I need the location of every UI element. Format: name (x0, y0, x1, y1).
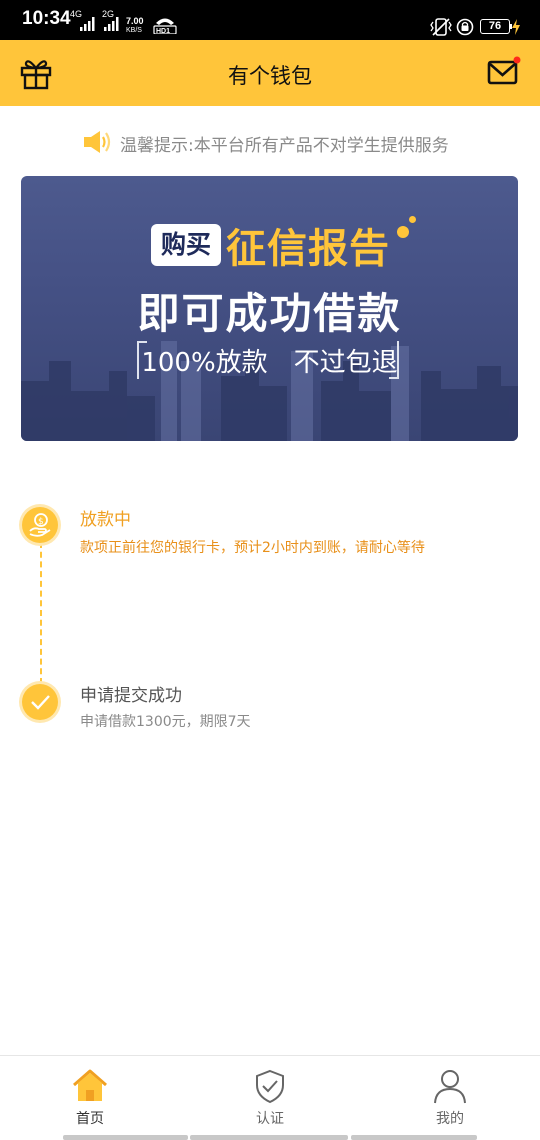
battery-indicator: 76 (480, 19, 510, 34)
gesture-bar (63, 1135, 188, 1140)
app-header: 有个钱包 (0, 40, 540, 106)
banner-main-text: 即可成功借款 (137, 289, 402, 338)
status-time: 10:34 (22, 8, 71, 29)
nav-item-mine[interactable]: 我的 (360, 1056, 540, 1136)
banner-dot (397, 226, 409, 238)
coin-hand-icon: $ (22, 507, 58, 543)
alarm-icon (456, 18, 474, 36)
status-bar: 10:34 4G 2G 7.00 KB/S HD1 76 (0, 0, 540, 40)
user-icon (434, 1070, 466, 1104)
bottom-nav: 首页 认证 我的 (0, 1055, 540, 1140)
unread-badge (513, 56, 521, 64)
home-icon (73, 1069, 107, 1101)
step-title: 申请提交成功 (80, 686, 182, 706)
notice-text: 温馨提示:本平台所有产品不对学生提供服务 (120, 136, 449, 156)
network-speed-unit: KB/S (126, 27, 142, 34)
nav-label: 认证 (256, 1111, 284, 1127)
nav-item-verify[interactable]: 认证 (180, 1056, 360, 1136)
banner-tag: 购买 (151, 224, 221, 266)
nav-label: 我的 (436, 1111, 464, 1127)
shield-check-icon (256, 1069, 284, 1104)
gesture-bar (351, 1135, 477, 1140)
signal-icon-2 (104, 17, 119, 31)
notice-bar: 温馨提示:本平台所有产品不对学生提供服务 (0, 127, 540, 157)
vibrate-icon (430, 18, 452, 36)
promo-banner[interactable]: 购买 征信报告 即可成功借款 100%放款 不过包退 (21, 176, 518, 441)
check-icon (22, 684, 58, 720)
mail-icon[interactable] (486, 56, 522, 86)
step-description: 申请借款1300元，期限7天 (80, 714, 251, 730)
timeline-connector (40, 542, 42, 684)
step-title: 放款中 (80, 510, 131, 530)
page-title: 有个钱包 (228, 64, 312, 88)
network-speed: 7.00 (126, 16, 144, 26)
nav-item-home[interactable]: 首页 (0, 1056, 180, 1136)
banner-headline: 征信报告 (226, 226, 390, 272)
hd-call-icon: HD1 (153, 18, 177, 34)
banner-dot (409, 216, 416, 223)
svg-text:HD1: HD1 (156, 28, 170, 34)
signal-icon-1 (80, 17, 95, 31)
gesture-bar (190, 1135, 348, 1140)
charging-icon (512, 19, 520, 35)
step-description: 款项正前往您的银行卡，预计2小时内到账，请耐心等待 (80, 540, 425, 556)
banner-sub-text: 100%放款 不过包退 (141, 348, 398, 378)
speaker-icon (84, 131, 111, 153)
svg-text:$: $ (38, 517, 44, 527)
nav-label: 首页 (76, 1111, 104, 1127)
